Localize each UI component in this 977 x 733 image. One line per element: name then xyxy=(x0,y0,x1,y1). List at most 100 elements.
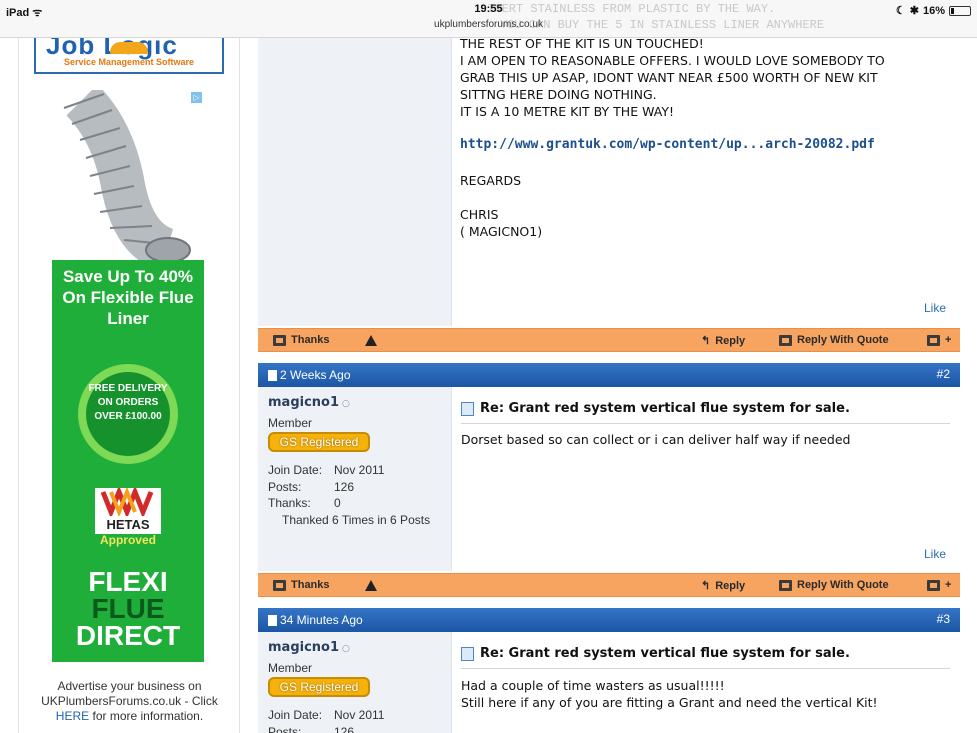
join-date-label: Join Date: xyxy=(268,463,323,477)
warning-icon xyxy=(365,580,377,591)
post-1-like-link[interactable]: Like xyxy=(924,301,946,315)
advertise-tail: for more information. xyxy=(92,709,204,723)
joblogic-tagline: Service Management Software xyxy=(63,57,195,67)
advertise-lead: Advertise your business on UKPlumbersFor… xyxy=(41,679,218,708)
adchoices-icon[interactable]: ▷ xyxy=(191,92,202,103)
post-3-user-stats: Join Date: Nov 2011 Posts: 126 xyxy=(268,707,384,733)
multi-quote-button[interactable]: + xyxy=(927,579,951,591)
moon-icon: ☾ xyxy=(895,5,906,17)
multi-quote-icon xyxy=(927,579,940,591)
post-2-like-link[interactable]: Like xyxy=(924,547,946,561)
post-1-user-pane xyxy=(258,38,451,326)
report-button[interactable] xyxy=(365,335,377,346)
join-date-label: Join Date: xyxy=(268,708,323,722)
thanks-button[interactable]: Thanks xyxy=(273,579,330,591)
reply-with-quote-button[interactable]: Reply With Quote xyxy=(779,579,889,591)
post-1-regards: REGARDS xyxy=(460,173,522,188)
reply-button[interactable]: ↰ Reply xyxy=(701,334,746,348)
flue-liner-ad[interactable]: ▷ Save Up To 40% On Flexible Flue Liner … xyxy=(52,90,204,662)
post-title-icon xyxy=(461,646,474,661)
direct-word: DIRECT xyxy=(75,620,181,651)
reply-label: Reply xyxy=(715,579,746,592)
reply-icon: ↰ xyxy=(701,335,711,347)
thanks-count-label: Thanks: xyxy=(268,496,311,510)
posts-label: Posts: xyxy=(268,479,302,494)
thanks-label: Thanks xyxy=(291,579,330,591)
post-1-action-bar: Thanks ↰ Reply Reply With Quote + xyxy=(258,328,960,352)
post-3-title-text: Re: Grant red system vertical flue syste… xyxy=(480,646,850,661)
post-2-username[interactable]: magicno1 ○ xyxy=(268,395,350,410)
status-right: ☾ ✱ 16% xyxy=(896,4,971,17)
post-1-content: THE REST OF THE KIT IS UN TOUCHED! I AM … xyxy=(451,36,960,326)
join-date-row: Join Date: Nov 2011 xyxy=(268,462,430,479)
flue-word: FLUE xyxy=(91,593,165,624)
thanks-button[interactable]: Thanks xyxy=(273,334,330,346)
thanks-label: Thanks xyxy=(291,334,330,346)
warning-icon xyxy=(365,335,377,346)
post-2-rank: Member xyxy=(268,416,313,430)
battery-icon xyxy=(949,5,971,16)
post-1-signature: CHRIS ( MAGICNO1) xyxy=(460,207,543,239)
report-button[interactable] xyxy=(365,580,377,591)
bluetooth-icon: ✱ xyxy=(909,5,919,17)
posts-value: 126 xyxy=(334,479,355,494)
post-2-username-text: magicno1 xyxy=(268,395,340,410)
hetas-word: HETAS xyxy=(106,517,150,532)
reply-label: Reply xyxy=(715,334,746,347)
post-date-icon xyxy=(268,369,277,381)
post-2-body: Dorset based so can collect or i can del… xyxy=(461,432,851,447)
posts-row: Posts: 126 xyxy=(268,479,430,496)
joblogic-ad[interactable]: Job Logic Service Management Software xyxy=(34,30,224,74)
posts-label: Posts: xyxy=(268,724,302,733)
flexi-flue-direct-logo: FLEXI FLUE DIRECT xyxy=(52,568,204,651)
gs-registered-badge: GS Registered xyxy=(268,432,370,452)
post-3-date: 34 Minutes Ago xyxy=(268,613,363,627)
post-3-username[interactable]: magicno1 ○ xyxy=(268,640,350,655)
posts-row: Posts: 126 xyxy=(268,724,384,733)
status-time: 19:55 xyxy=(474,3,503,15)
thanks-icon xyxy=(273,579,286,591)
free-delivery-badge: FREE DELIVERY ON ORDERS OVER £100.00 xyxy=(78,364,178,464)
post-2-header: 2 Weeks Ago #2 xyxy=(258,363,960,387)
quote-icon xyxy=(779,334,792,346)
advertise-text: Advertise your business on UKPlumbersFor… xyxy=(27,679,232,724)
posts-column: THE REST OF THE KIT IS UN TOUCHED! I AM … xyxy=(258,36,960,733)
reply-button[interactable]: ↰ Reply xyxy=(701,579,746,593)
thanks-icon xyxy=(273,334,286,346)
offline-status-icon: ○ xyxy=(342,644,350,654)
post-3-date-text: 34 Minutes Ago xyxy=(280,613,363,627)
flue-liner-photo: ▷ xyxy=(52,90,204,272)
multi-quote-label: + xyxy=(945,579,952,591)
post-2-action-bar: Thanks ↰ Reply Reply With Quote + xyxy=(258,573,960,597)
thanks-row: Thanks: 0 xyxy=(268,495,430,512)
multi-quote-button[interactable]: + xyxy=(927,334,951,346)
advertise-here-link[interactable]: HERE xyxy=(56,709,89,723)
status-bar: iPad ᯤ LINERT STAINLESS FROM PLASTIC BY … xyxy=(0,0,977,38)
post-1-link[interactable]: http://www.grantuk.com/wp-content/up...a… xyxy=(460,137,875,152)
post-3-content: Re: Grant red system vertical flue syste… xyxy=(451,632,960,733)
post-3-rank: Member xyxy=(268,661,313,675)
address-url[interactable]: ukplumbersforums.co.uk xyxy=(0,19,977,30)
join-date-value: Nov 2011 xyxy=(334,708,385,722)
post-3-body: Had a couple of time wasters as usual!!!… xyxy=(461,678,878,710)
post-2-divider xyxy=(461,423,950,424)
post-3-user-pane: magicno1 ○ Member GS Registered Join Date… xyxy=(258,632,451,733)
reply-with-quote-button[interactable]: Reply With Quote xyxy=(779,334,889,346)
post-2-user-stats: Join Date: Nov 2011 Posts: 126 Thanks: 0 Th… xyxy=(268,462,430,528)
posts-value: 126 xyxy=(334,724,355,733)
post-2-number[interactable]: #2 xyxy=(937,367,950,381)
join-date-row: Join Date: Nov 2011 xyxy=(268,707,384,724)
hard-hat-icon xyxy=(110,42,148,54)
sidebar: Job Logic Service Management Software ▷ … xyxy=(18,30,240,733)
post-3-number[interactable]: #3 xyxy=(937,612,950,626)
post-3-title: Re: Grant red system vertical flue syste… xyxy=(461,646,850,661)
post-date-icon xyxy=(268,614,277,626)
post-2-title-text: Re: Grant red system vertical flue syste… xyxy=(480,401,850,416)
reply-icon: ↰ xyxy=(701,580,711,592)
reply-with-quote-label: Reply With Quote xyxy=(797,579,889,591)
post-3: magicno1 ○ Member GS Registered Join Date… xyxy=(258,632,960,733)
gs-registered-badge: GS Registered xyxy=(268,677,370,697)
hetas-logo: HETAS xyxy=(95,485,161,534)
battery-percent: 16% xyxy=(922,4,945,17)
multi-quote-icon xyxy=(927,334,940,346)
